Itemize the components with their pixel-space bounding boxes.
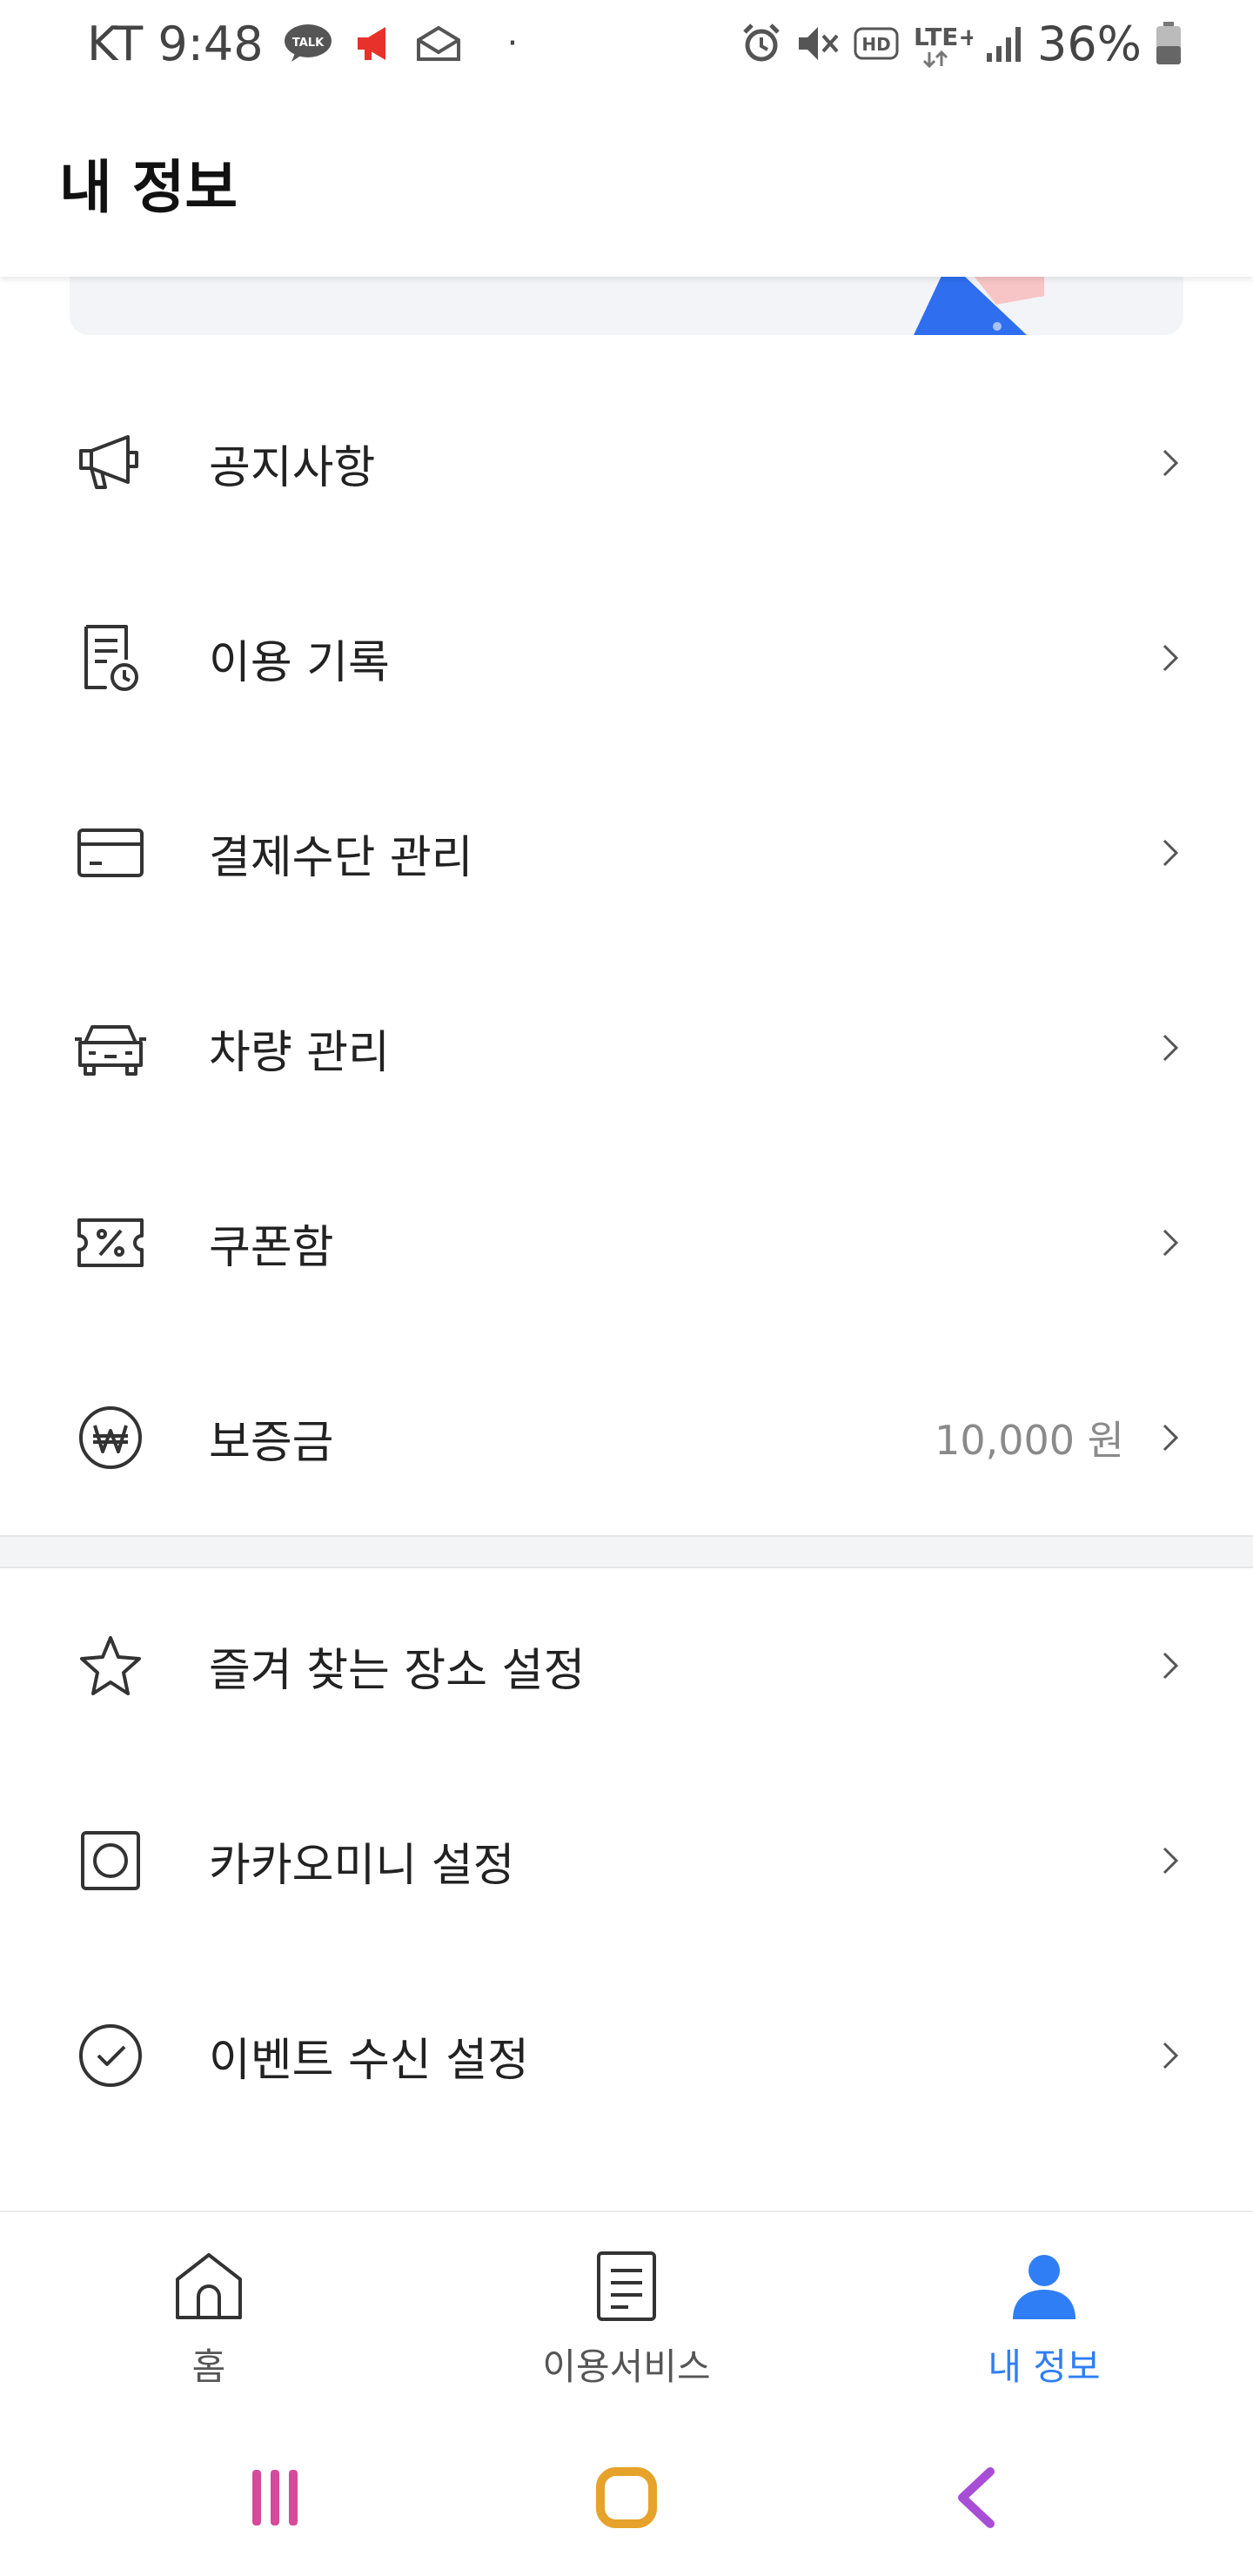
- menu-item-event-subscription[interactable]: 이벤트 수신 설정: [0, 1958, 1253, 2153]
- chevron-right-icon: [1157, 835, 1183, 870]
- megaphone-icon: [73, 426, 148, 500]
- email-icon: [415, 24, 462, 63]
- talk-badge-text: TALK: [292, 37, 325, 50]
- menu-label: 즐겨 찾는 장소 설정: [209, 1644, 586, 1697]
- menu-label: 결제수단 관리: [209, 831, 473, 884]
- chevron-right-icon: [1157, 1030, 1183, 1065]
- menu-label: 이벤트 수신 설정: [209, 2034, 529, 2087]
- credit-card-icon: [73, 815, 148, 890]
- bottom-navigation: 홈 이용서비스 내 정보: [0, 2210, 1253, 2419]
- status-bar: KT 9:48 TALK · HD LTE+ 36%: [0, 0, 1253, 87]
- mute-icon: [795, 22, 841, 65]
- battery-percent: 36%: [1036, 16, 1142, 71]
- kakaotalk-icon: TALK: [283, 23, 333, 64]
- status-dot: ·: [506, 23, 519, 64]
- carrier-time: KT 9:48: [87, 16, 264, 71]
- nav-tab-services[interactable]: 이용서비스: [496, 2247, 757, 2395]
- car-icon: [73, 1010, 148, 1085]
- my-info-menu: 공지사항 이용 기록 결제수단 관리 차량 관리 쿠폰함 보증금 10,000 …: [0, 366, 1253, 2153]
- deposit-amount: 10,000 원: [935, 1417, 1124, 1464]
- menu-label: 카카오미니 설정: [209, 1839, 515, 1892]
- page-title: 내 정보: [59, 154, 238, 221]
- lte-icon: LTE+: [912, 19, 973, 68]
- receipt-clock-icon: [73, 621, 148, 695]
- chevron-right-icon: [1157, 1420, 1183, 1455]
- speaker-icon: [73, 1823, 148, 1898]
- menu-label: 차량 관리: [209, 1026, 390, 1079]
- document-list-icon: [587, 2247, 666, 2325]
- alarm-icon: [740, 22, 783, 65]
- nav-label-services: 이용서비스: [542, 2345, 711, 2388]
- check-circle-icon: [73, 2018, 148, 2093]
- nav-label-home: 홈: [191, 2345, 226, 2388]
- chevron-right-icon: [1157, 1225, 1183, 1260]
- star-icon: [73, 1628, 148, 1703]
- menu-item-notices[interactable]: 공지사항: [0, 366, 1253, 560]
- person-icon: [1005, 2247, 1083, 2325]
- home-button[interactable]: [574, 2454, 679, 2541]
- status-bar-left: KT 9:48 TALK ·: [87, 12, 518, 75]
- back-button[interactable]: [926, 2454, 1030, 2541]
- app-header: 내 정보: [0, 87, 1253, 277]
- menu-item-usage-history[interactable]: 이용 기록: [0, 560, 1253, 755]
- status-bar-right: HD LTE+ 36%: [740, 12, 1183, 75]
- menu-item-deposit[interactable]: 보증금 10,000 원: [0, 1340, 1253, 1535]
- hd-voice-icon: HD: [853, 26, 900, 61]
- won-coin-icon: [73, 1400, 148, 1475]
- nav-tab-my-info[interactable]: 내 정보: [914, 2247, 1175, 2395]
- signal-icon: [985, 23, 1025, 64]
- chevron-right-icon: [1157, 1843, 1183, 1878]
- menu-label: 쿠폰함: [209, 1221, 334, 1274]
- system-navigation-bar: [0, 2419, 1253, 2576]
- menu-item-kakaomini[interactable]: 카카오미니 설정: [0, 1763, 1253, 1958]
- chevron-right-icon: [1157, 2038, 1183, 2073]
- chevron-right-icon: [1157, 1648, 1183, 1683]
- battery-icon: [1154, 20, 1183, 67]
- coupon-icon: [73, 1205, 148, 1280]
- home-icon: [170, 2247, 248, 2325]
- network-text: LTE+: [914, 23, 973, 51]
- home-square-icon: [596, 2467, 657, 2528]
- menu-label: 이용 기록: [209, 636, 390, 689]
- alert-megaphone-icon: [352, 22, 396, 65]
- recent-apps-button[interactable]: [223, 2454, 327, 2541]
- menu-item-vehicles[interactable]: 차량 관리: [0, 950, 1253, 1145]
- menu-label: 공지사항: [209, 441, 376, 494]
- recent-apps-icon: [252, 2470, 298, 2526]
- section-divider: [0, 1535, 1253, 1568]
- chevron-right-icon: [1157, 641, 1183, 675]
- menu-label: 보증금: [209, 1416, 334, 1469]
- back-chevron-icon: [958, 2467, 995, 2528]
- chevron-right-icon: [1157, 446, 1183, 480]
- hd-text: HD: [861, 34, 890, 55]
- menu-item-favorite-places[interactable]: 즐겨 찾는 장소 설정: [0, 1568, 1253, 1763]
- menu-item-payment-methods[interactable]: 결제수단 관리: [0, 755, 1253, 950]
- menu-item-coupons[interactable]: 쿠폰함: [0, 1145, 1253, 1340]
- nav-tab-home[interactable]: 홈: [78, 2247, 339, 2395]
- nav-label-my-info: 내 정보: [988, 2345, 1101, 2388]
